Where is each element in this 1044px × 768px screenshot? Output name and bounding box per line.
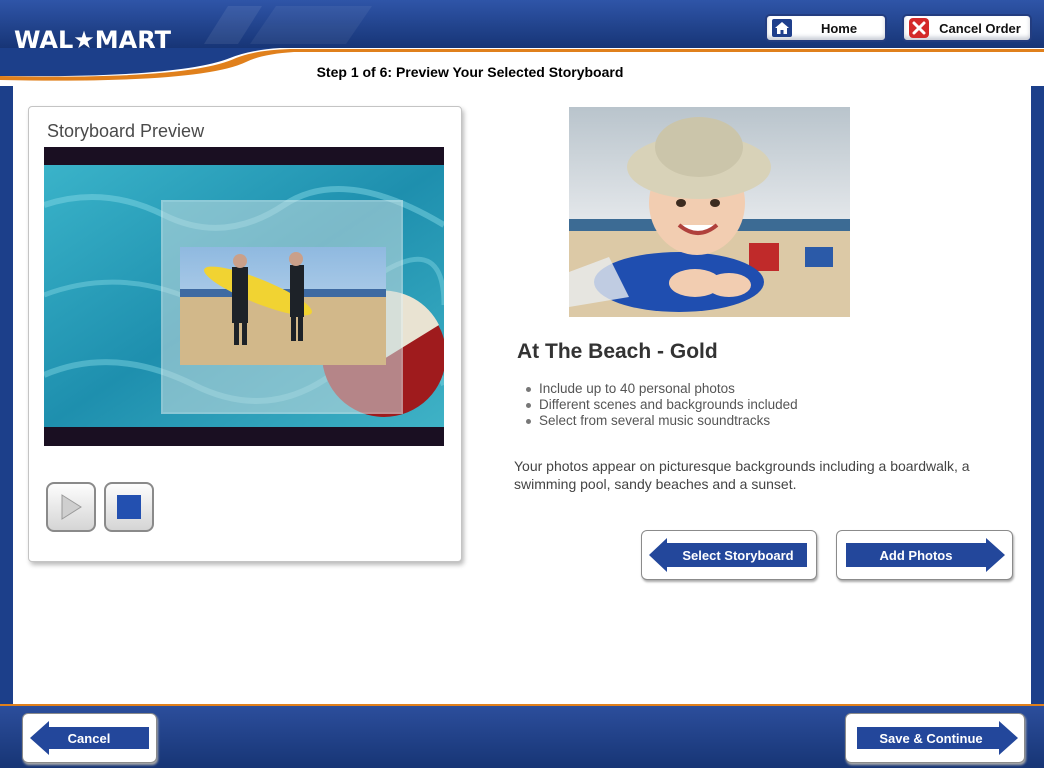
playback-controls [46,482,154,532]
home-button[interactable]: Home [765,14,887,42]
feature-item: Different scenes and backgrounds include… [524,397,798,413]
cancel-label: Cancel [67,730,111,746]
house-icon [771,17,793,39]
right-border [1031,86,1044,704]
play-icon [61,494,82,520]
cancel-order-label: Cancel Order [939,20,1021,36]
header: WAL★MART Step 1 of 6: Preview Your Selec… [0,0,1044,86]
cancel-order-button[interactable]: Cancel Order [902,14,1032,42]
select-storyboard-label: Select Storyboard [682,547,794,563]
stop-button[interactable] [104,482,154,532]
walmart-logo: WAL★MART [14,26,172,54]
save-continue-label: Save & Continue [879,730,983,746]
feature-item: Select from several music soundtracks [524,413,798,429]
add-photos-button[interactable]: Add Photos [836,530,1013,580]
red-x-icon [908,17,930,39]
feature-list: Include up to 40 personal photos Differe… [524,381,798,429]
feature-item: Include up to 40 personal photos [524,381,798,397]
left-border [0,86,13,704]
add-photos-label: Add Photos [879,547,953,563]
select-storyboard-button[interactable]: Select Storyboard [641,530,817,580]
stop-icon [117,495,141,519]
preview-title: Storyboard Preview [47,121,205,141]
step-title: Step 1 of 6: Preview Your Selected Story… [0,64,940,80]
step-title-text: Step 1 of 6: Preview Your Selected Story… [316,64,624,80]
save-continue-button[interactable]: Save & Continue [845,713,1025,763]
app-window: WAL★MART Step 1 of 6: Preview Your Selec… [0,0,1044,768]
pool-scene-image [44,165,444,427]
video-player[interactable] [44,147,444,446]
storyboard-description: Your photos appear on picturesque backgr… [514,458,970,492]
storyboard-preview-panel: Storyboard Preview [28,106,462,562]
home-label: Home [820,20,858,36]
storyboard-thumbnail-image [569,107,850,317]
cancel-button[interactable]: Cancel [22,713,157,763]
storyboard-title: At The Beach - Gold [517,340,718,363]
play-button[interactable] [46,482,96,532]
